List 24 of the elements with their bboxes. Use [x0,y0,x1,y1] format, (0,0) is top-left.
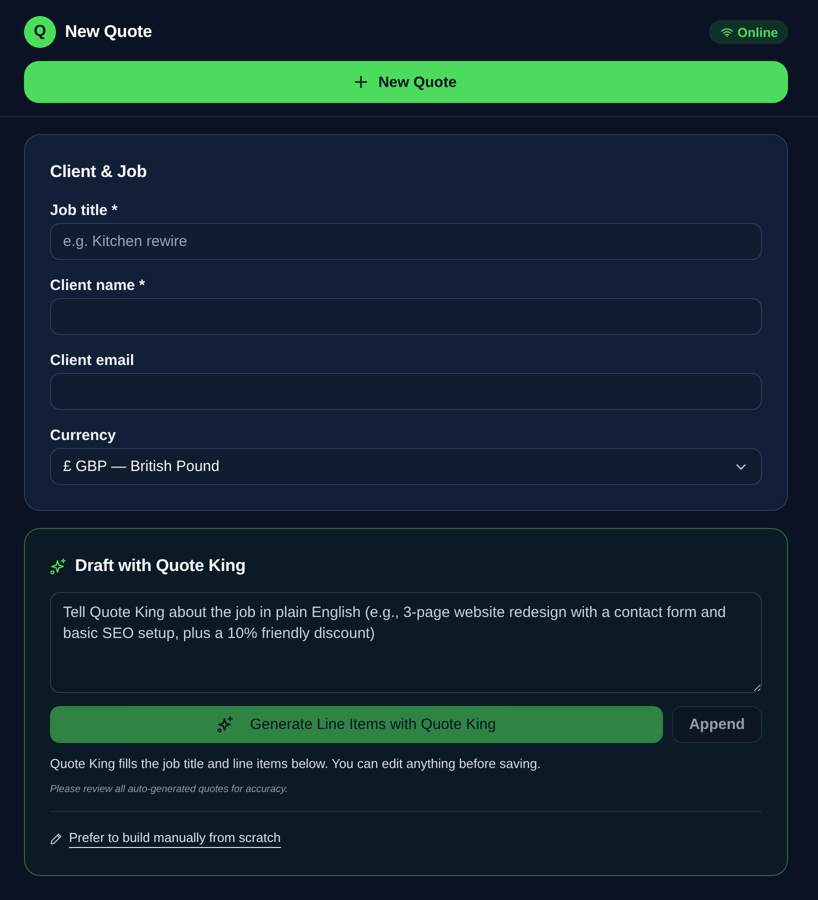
input-field[interactable] [50,298,762,335]
field-label: Currency [50,426,116,446]
card-title: Client & Job [50,161,148,183]
plus-icon [355,76,368,88]
field-label: Job title * [50,201,118,221]
wifi-icon [720,28,733,36]
chevron-down-icon [736,464,746,470]
new-quote-button[interactable]: New Quote [24,61,788,103]
sparkle-icon [50,558,67,574]
helper-text: Quote King fills the job title and line items below. You can edit anything before saving. [50,755,542,773]
currency-select[interactable]: £ GBP — British Pound [50,448,762,485]
disclaimer-text: Please review all auto-generated quotes for accuracy. [50,783,289,797]
input-field[interactable] [50,373,762,410]
logo-badge: Q [24,16,56,48]
card-title: Draft with Quote King [75,555,246,577]
status-label: Online [738,24,778,40]
field-label: Client email [50,351,134,371]
manual-build-link[interactable]: Prefer to build manually from scratch [69,829,281,848]
prompt-textarea[interactable]: Tell Quote King about the job in plain English (e.g., 3-page website redesign with a contact form and basic SEO setup, plus a 10% friendly discount) [50,592,762,693]
page-title: New Quote [65,22,152,42]
sparkle-icon [217,716,234,733]
field-label: Client name * [50,276,146,296]
input-field[interactable]: e.g. Kitchen rewire [50,223,762,260]
pencil-icon [50,832,62,844]
